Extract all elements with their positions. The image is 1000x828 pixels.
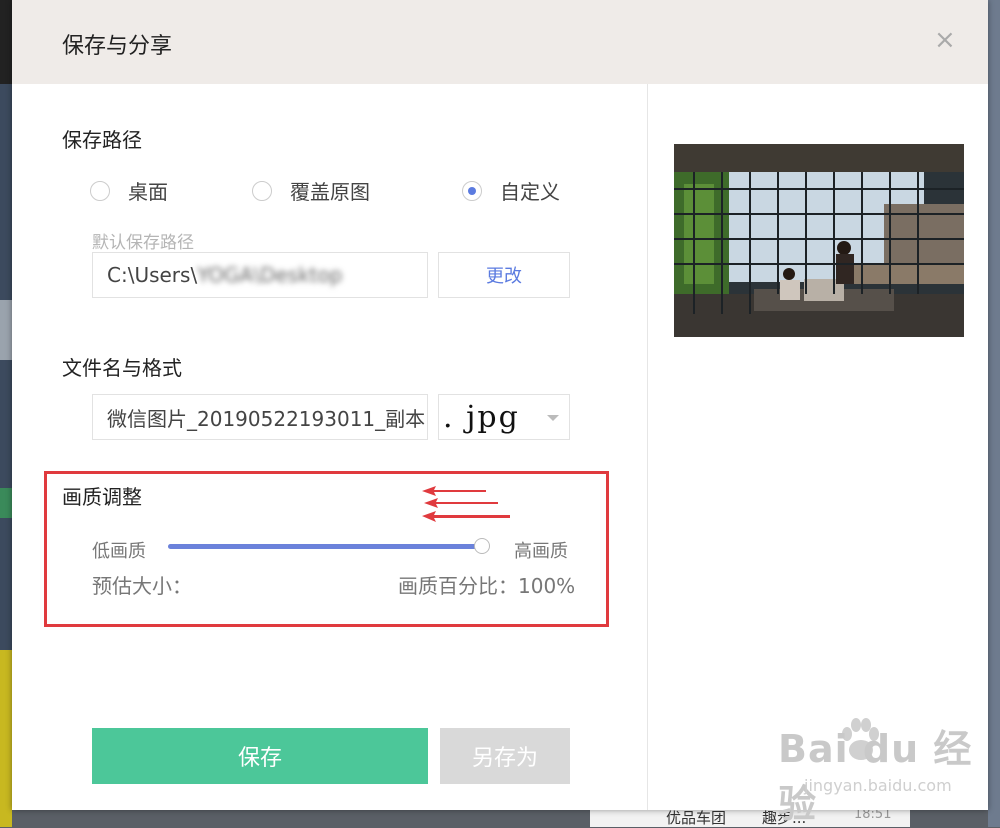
file-name-format-title: 文件名与格式 <box>62 356 182 380</box>
desktop-background-left <box>0 0 12 827</box>
image-preview <box>674 144 964 337</box>
radio-circle-checked <box>462 180 482 201</box>
quality-slider-thumb[interactable] <box>474 538 490 554</box>
radio-label: 桌面 <box>128 180 168 204</box>
taskbar-text: 优品车团 <box>666 809 727 827</box>
radio-desktop[interactable]: 桌面 <box>90 176 168 205</box>
dialog-header: 保存与分享 × <box>12 0 988 84</box>
format-value: . jpg <box>443 399 520 435</box>
save-path-radio-group: 桌面 覆盖原图 自定义 <box>90 176 570 204</box>
path-text-blurred: YOGA\Desktop <box>197 263 343 287</box>
save-path-input[interactable]: C:\Users\ YOGA\Desktop <box>92 252 428 298</box>
format-select[interactable]: . jpg <box>438 394 570 440</box>
quality-slider[interactable] <box>168 538 490 554</box>
change-path-button[interactable]: 更改 <box>438 252 570 298</box>
default-path-hint: 默认保存路径 <box>92 233 194 253</box>
radio-overwrite[interactable]: 覆盖原图 <box>252 176 370 205</box>
close-icon[interactable]: × <box>934 26 956 54</box>
estimated-size-label: 预估大小： <box>92 574 192 598</box>
quality-percent-label: 画质百分比：100% <box>398 574 576 598</box>
path-text: C:\Users\ <box>107 263 198 287</box>
low-quality-label: 低画质 <box>92 541 146 562</box>
radio-circle <box>252 180 272 201</box>
dialog-title: 保存与分享 <box>62 34 173 59</box>
baidu-jingyan-watermark: Bai du 经验 jingyan.baidu.com <box>778 718 988 828</box>
quality-title: 画质调整 <box>62 485 142 509</box>
save-as-button[interactable]: 另存为 <box>440 728 570 784</box>
red-arrows-annotation <box>422 486 510 522</box>
desktop-background-right <box>988 0 1000 827</box>
save-path-title: 保存路径 <box>62 128 142 152</box>
panel-divider <box>647 84 648 810</box>
quality-slider-fill <box>168 544 482 549</box>
watermark-url: jingyan.baidu.com <box>804 776 952 795</box>
high-quality-label: 高画质 <box>514 541 568 562</box>
save-share-dialog: 保存与分享 × 保存路径 桌面 覆盖原图 自定义 默认保存路径 C:\Users… <box>12 0 988 826</box>
save-button[interactable]: 保存 <box>92 728 428 784</box>
chevron-down-icon <box>547 415 559 421</box>
radio-label: 覆盖原图 <box>290 180 370 204</box>
radio-custom[interactable]: 自定义 <box>462 176 560 205</box>
radio-label: 自定义 <box>500 180 560 204</box>
radio-circle <box>90 180 110 201</box>
file-name-input[interactable]: 微信图片_20190522193011_副本 <box>92 394 428 440</box>
